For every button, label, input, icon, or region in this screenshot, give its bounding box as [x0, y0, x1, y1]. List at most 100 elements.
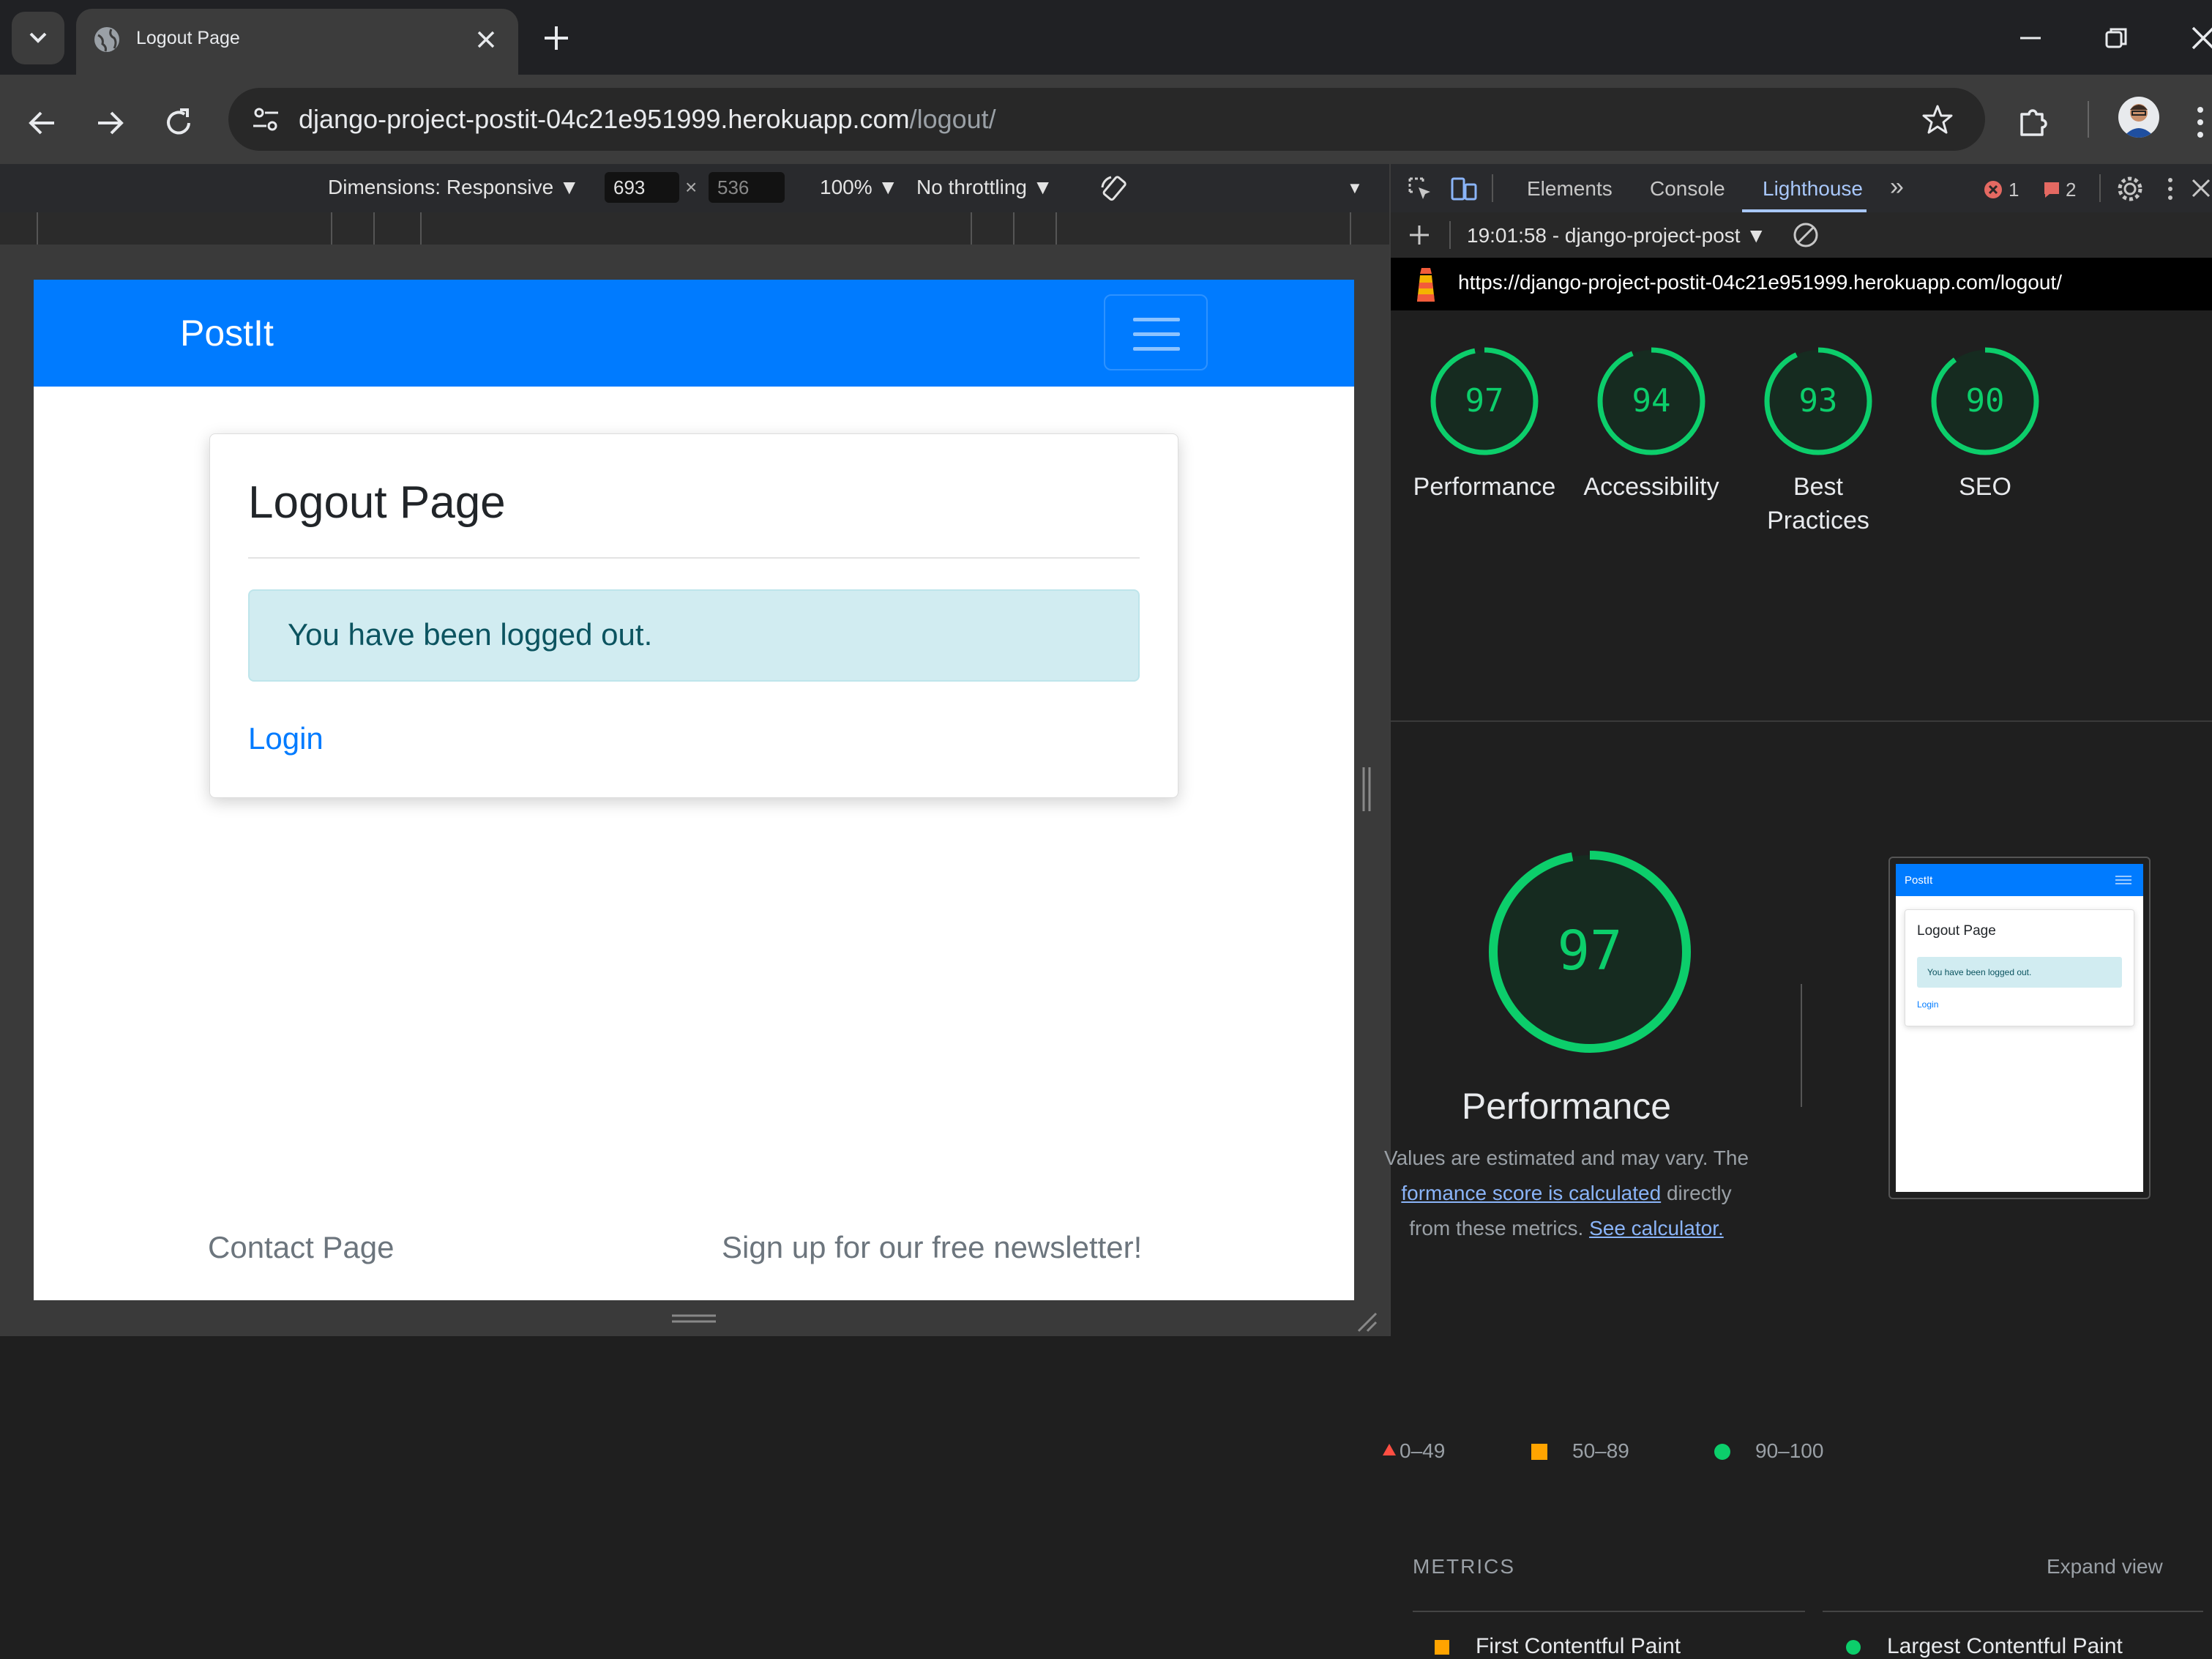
- logout-card: Logout Page You have been logged out. Lo…: [209, 433, 1178, 798]
- back-arrow-icon[interactable]: [22, 102, 63, 143]
- address-bar[interactable]: django-project-postit-04c21e951999.herok…: [228, 88, 1985, 151]
- fail-triangle-icon: [1383, 1444, 1396, 1455]
- performance-score-value: 97: [1557, 920, 1622, 983]
- navbar: PostIt: [34, 280, 1354, 387]
- error-icon[interactable]: [1984, 180, 2003, 199]
- alert-text: You have been logged out.: [288, 617, 653, 652]
- devtools-menu-icon[interactable]: [2165, 174, 2175, 204]
- minimize-icon[interactable]: [2014, 22, 2047, 54]
- settings-gear-icon[interactable]: [2115, 174, 2145, 204]
- footer-contact-link[interactable]: Contact Page: [208, 1230, 395, 1265]
- zoom-dropdown[interactable]: 100% ▼: [820, 176, 898, 199]
- description-text: Values are estimated and may vary. The: [1383, 1147, 1749, 1169]
- browser-tab[interactable]: Logout Page: [76, 9, 518, 75]
- metric-lcp-label: Largest Contentful Paint: [1887, 1634, 2123, 1658]
- expand-view-button[interactable]: Expand view: [2047, 1555, 2163, 1578]
- issues-count[interactable]: 2: [2066, 179, 2076, 201]
- dropdown-arrow-icon: ▼: [878, 176, 899, 198]
- tab-elements[interactable]: Elements: [1527, 177, 1613, 201]
- report-selector[interactable]: 19:01:58 - django-project-post ▼: [1467, 224, 1766, 247]
- bookmark-star-icon[interactable]: [1921, 102, 1954, 136]
- gauge-score-value: 94: [1632, 382, 1671, 420]
- close-icon[interactable]: [471, 25, 501, 54]
- dimensions-dropdown[interactable]: Dimensions: Responsive ▼: [328, 176, 580, 199]
- lighthouse-toolbar: 19:01:58 - django-project-post ▼: [1391, 212, 2212, 258]
- gauge-label: Performance: [1413, 473, 1556, 501]
- viewport-resize-handle[interactable]: [1361, 766, 1372, 813]
- legend-fail: 0–49: [1400, 1439, 1446, 1462]
- performance-gauge[interactable]: 97: [1486, 848, 1694, 1056]
- see-calculator-link[interactable]: See calculator.: [1589, 1217, 1724, 1239]
- average-square-icon: [1531, 1444, 1547, 1460]
- issues-icon[interactable]: [2042, 180, 2061, 199]
- devtools-tab-bar: Elements Console Lighthouse » 1 2: [1391, 164, 2212, 213]
- tab-strip: Logout Page: [0, 0, 2212, 75]
- inspect-element-icon[interactable]: [1407, 176, 1433, 202]
- legend-average: 50–89: [1572, 1439, 1629, 1462]
- lighthouse-logo-icon: [1417, 268, 1435, 302]
- gauge-score-value: 90: [1965, 382, 2005, 420]
- dropdown-arrow-icon: ▼: [1032, 176, 1053, 198]
- width-input[interactable]: 693: [605, 172, 679, 203]
- window-close-icon[interactable]: [2187, 22, 2212, 54]
- divider: [1823, 1611, 2203, 1612]
- url-text[interactable]: django-project-postit-04c21e951999.herok…: [299, 104, 996, 135]
- reload-icon[interactable]: [158, 102, 199, 143]
- dropdown-arrow-icon: ▼: [1746, 224, 1767, 247]
- navbar-toggler[interactable]: [1104, 294, 1208, 370]
- legend-pass: 90–100: [1755, 1439, 1824, 1462]
- extensions-icon[interactable]: [2016, 102, 2054, 141]
- tab-search-button[interactable]: [12, 12, 64, 64]
- hamburger-icon: [1133, 318, 1180, 321]
- performance-title: Performance: [1461, 1086, 1672, 1127]
- throttling-dropdown[interactable]: No throttling ▼: [916, 176, 1053, 199]
- close-devtools-icon[interactable]: [2189, 176, 2212, 201]
- gauge-label: Accessibility: [1583, 473, 1719, 501]
- tab-title: Logout Page: [136, 28, 240, 48]
- url-path: /logout/: [909, 104, 996, 134]
- divider: [1391, 720, 2212, 722]
- thumbnail-alert-text: You have been logged out.: [1927, 967, 2032, 977]
- thumbnail-brand: PostIt: [1905, 874, 1933, 887]
- site-info-icon[interactable]: [249, 102, 283, 136]
- page-screenshot-thumbnail[interactable]: PostIt Logout Page You have been logged …: [1888, 857, 2151, 1199]
- tab-console[interactable]: Console: [1650, 177, 1725, 201]
- thumbnail-hamburger-icon: [2115, 876, 2131, 877]
- globe-icon: [94, 27, 119, 52]
- lighthouse-url-bar: https://django-project-postit-04c21e9519…: [1391, 258, 2212, 310]
- height-input[interactable]: 536: [709, 172, 785, 203]
- device-toolbar-icon[interactable]: [1449, 176, 1479, 202]
- browser-toolbar: django-project-postit-04c21e951999.herok…: [0, 75, 2212, 164]
- metric-fcp-label: First Contentful Paint: [1476, 1634, 1681, 1658]
- url-host: django-project-postit-04c21e951999.herok…: [299, 104, 910, 134]
- thumbnail-link: Login: [1917, 999, 1939, 1010]
- clear-icon[interactable]: [1792, 221, 1820, 249]
- devtools-panel: Elements Console Lighthouse » 1 2 19:01:…: [1383, 164, 2212, 1658]
- forward-arrow-icon[interactable]: [89, 102, 130, 143]
- device-options-dropdown[interactable]: ▼: [1347, 179, 1363, 198]
- error-count[interactable]: 1: [2009, 179, 2019, 201]
- score-calculated-link[interactable]: formance score is calculated: [1401, 1182, 1661, 1204]
- dimension-times: ×: [685, 176, 698, 198]
- tab-lighthouse[interactable]: Lighthouse: [1763, 177, 1863, 201]
- profile-avatar[interactable]: [2118, 97, 2159, 138]
- viewport-corner-handle[interactable]: [1356, 1311, 1378, 1332]
- report-url[interactable]: https://django-project-postit-04c21e9519…: [1458, 271, 2062, 294]
- login-link[interactable]: Login: [248, 721, 324, 756]
- pass-circle-icon: [1846, 1640, 1861, 1655]
- navbar-brand[interactable]: PostIt: [180, 312, 274, 354]
- more-menu-icon[interactable]: [2193, 104, 2208, 141]
- throttling-label: No throttling: [916, 176, 1027, 198]
- more-tabs-icon[interactable]: »: [1890, 173, 1904, 201]
- new-report-icon[interactable]: [1407, 223, 1432, 247]
- rotate-icon[interactable]: [1098, 173, 1130, 205]
- restore-icon[interactable]: [2101, 22, 2133, 54]
- divider: [248, 557, 1140, 559]
- viewport-bottom-handle[interactable]: [670, 1313, 717, 1324]
- footer-newsletter-link[interactable]: Sign up for our free newsletter!: [722, 1230, 1142, 1265]
- logout-alert: You have been logged out.: [248, 589, 1140, 682]
- media-query-ruler: [0, 212, 1389, 245]
- new-tab-icon[interactable]: [539, 20, 574, 56]
- metrics-heading: METRICS: [1413, 1555, 1515, 1578]
- thumbnail-alert: You have been logged out.: [1917, 957, 2122, 988]
